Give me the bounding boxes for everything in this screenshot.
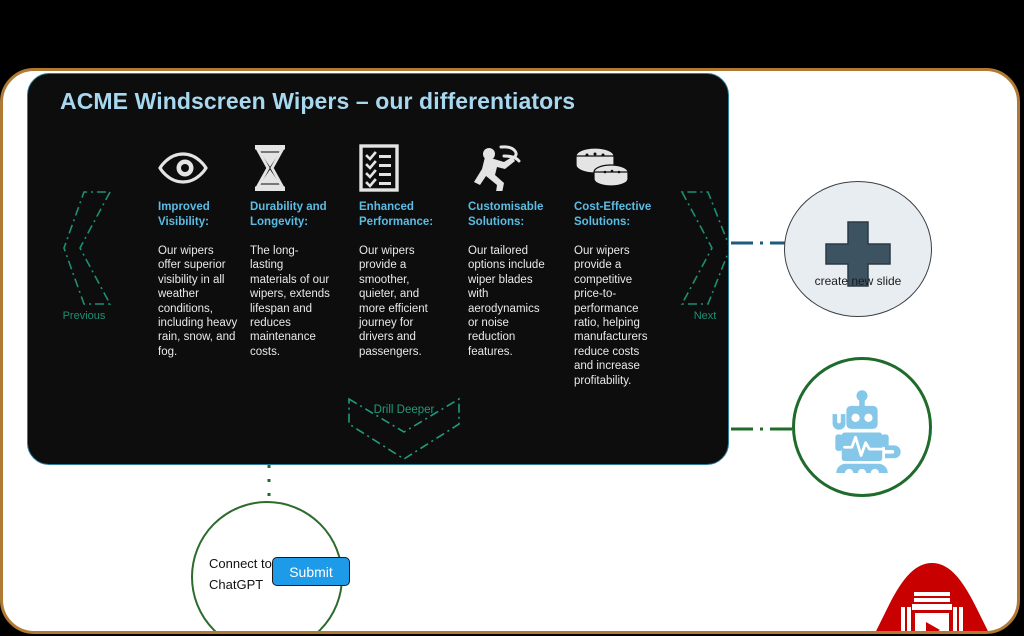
eye-icon bbox=[158, 144, 238, 192]
create-new-slide-button[interactable]: create new slide bbox=[784, 181, 932, 317]
coins-icon bbox=[574, 144, 660, 192]
checklist-icon bbox=[359, 144, 443, 192]
chevron-left-icon bbox=[63, 191, 112, 305]
feature-heading: Improved Visibility: bbox=[158, 201, 210, 228]
drill-deeper-label: Drill Deeper bbox=[373, 404, 435, 416]
runner-icon bbox=[468, 144, 550, 192]
feature-body: Our tailored options include wiper blade… bbox=[468, 245, 545, 358]
feature-heading: Customisable Solutions: bbox=[468, 201, 544, 228]
slide-panel: ACME Windscreen Wipers – our differentia… bbox=[27, 73, 729, 465]
previous-slide-button[interactable]: Previous bbox=[62, 188, 114, 322]
app-frame: create new slide Connect to ChatGPT Subm… bbox=[0, 68, 1020, 634]
feature-heading: Durability and Longevity: bbox=[250, 201, 327, 228]
feature-column: Customisable Solutions: Our tailored opt… bbox=[468, 144, 550, 359]
chevron-right-icon bbox=[680, 191, 728, 305]
feature-column: Improved Visibility: Our wipers offer su… bbox=[158, 144, 238, 359]
feature-heading: Cost-Effective Solutions: bbox=[574, 201, 652, 228]
feature-heading: Enhanced Performance: bbox=[359, 201, 434, 228]
feature-column: Enhanced Performance: Our wipers provide… bbox=[359, 144, 443, 359]
feature-column: Durability and Longevity: The long-lasti… bbox=[250, 144, 330, 359]
drill-deeper-button[interactable]: Drill Deeper bbox=[346, 396, 462, 462]
create-new-slide-label: create new slide bbox=[814, 274, 902, 288]
feature-body: The long-lasting materials of our wipers… bbox=[250, 245, 330, 358]
submit-button[interactable]: Submit bbox=[272, 557, 350, 586]
play-button-logo bbox=[876, 563, 988, 631]
ai-assistant-button[interactable] bbox=[792, 357, 932, 497]
connect-to-chatgpt-label: Connect to ChatGPT bbox=[209, 556, 272, 592]
feature-body: Our wipers offer superior visibility in … bbox=[158, 245, 238, 358]
connect-to-chatgpt-panel: Connect to ChatGPT Submit bbox=[191, 501, 350, 631]
previous-label: Previous bbox=[62, 310, 106, 322]
slide-title: ACME Windscreen Wipers – our differentia… bbox=[60, 88, 576, 114]
feature-body: Our wipers provide a smoother, quieter, … bbox=[359, 245, 428, 358]
next-slide-button[interactable]: Next bbox=[676, 188, 728, 322]
robot-icon bbox=[832, 390, 901, 473]
hourglass-icon bbox=[250, 144, 330, 192]
feature-body: Our wipers provide a competitive price-t… bbox=[574, 245, 648, 387]
feature-column: Cost-Effective Solutions: Our wipers pro… bbox=[574, 144, 660, 388]
connector-panel-to-robot bbox=[721, 427, 795, 431]
next-label: Next bbox=[693, 310, 717, 322]
